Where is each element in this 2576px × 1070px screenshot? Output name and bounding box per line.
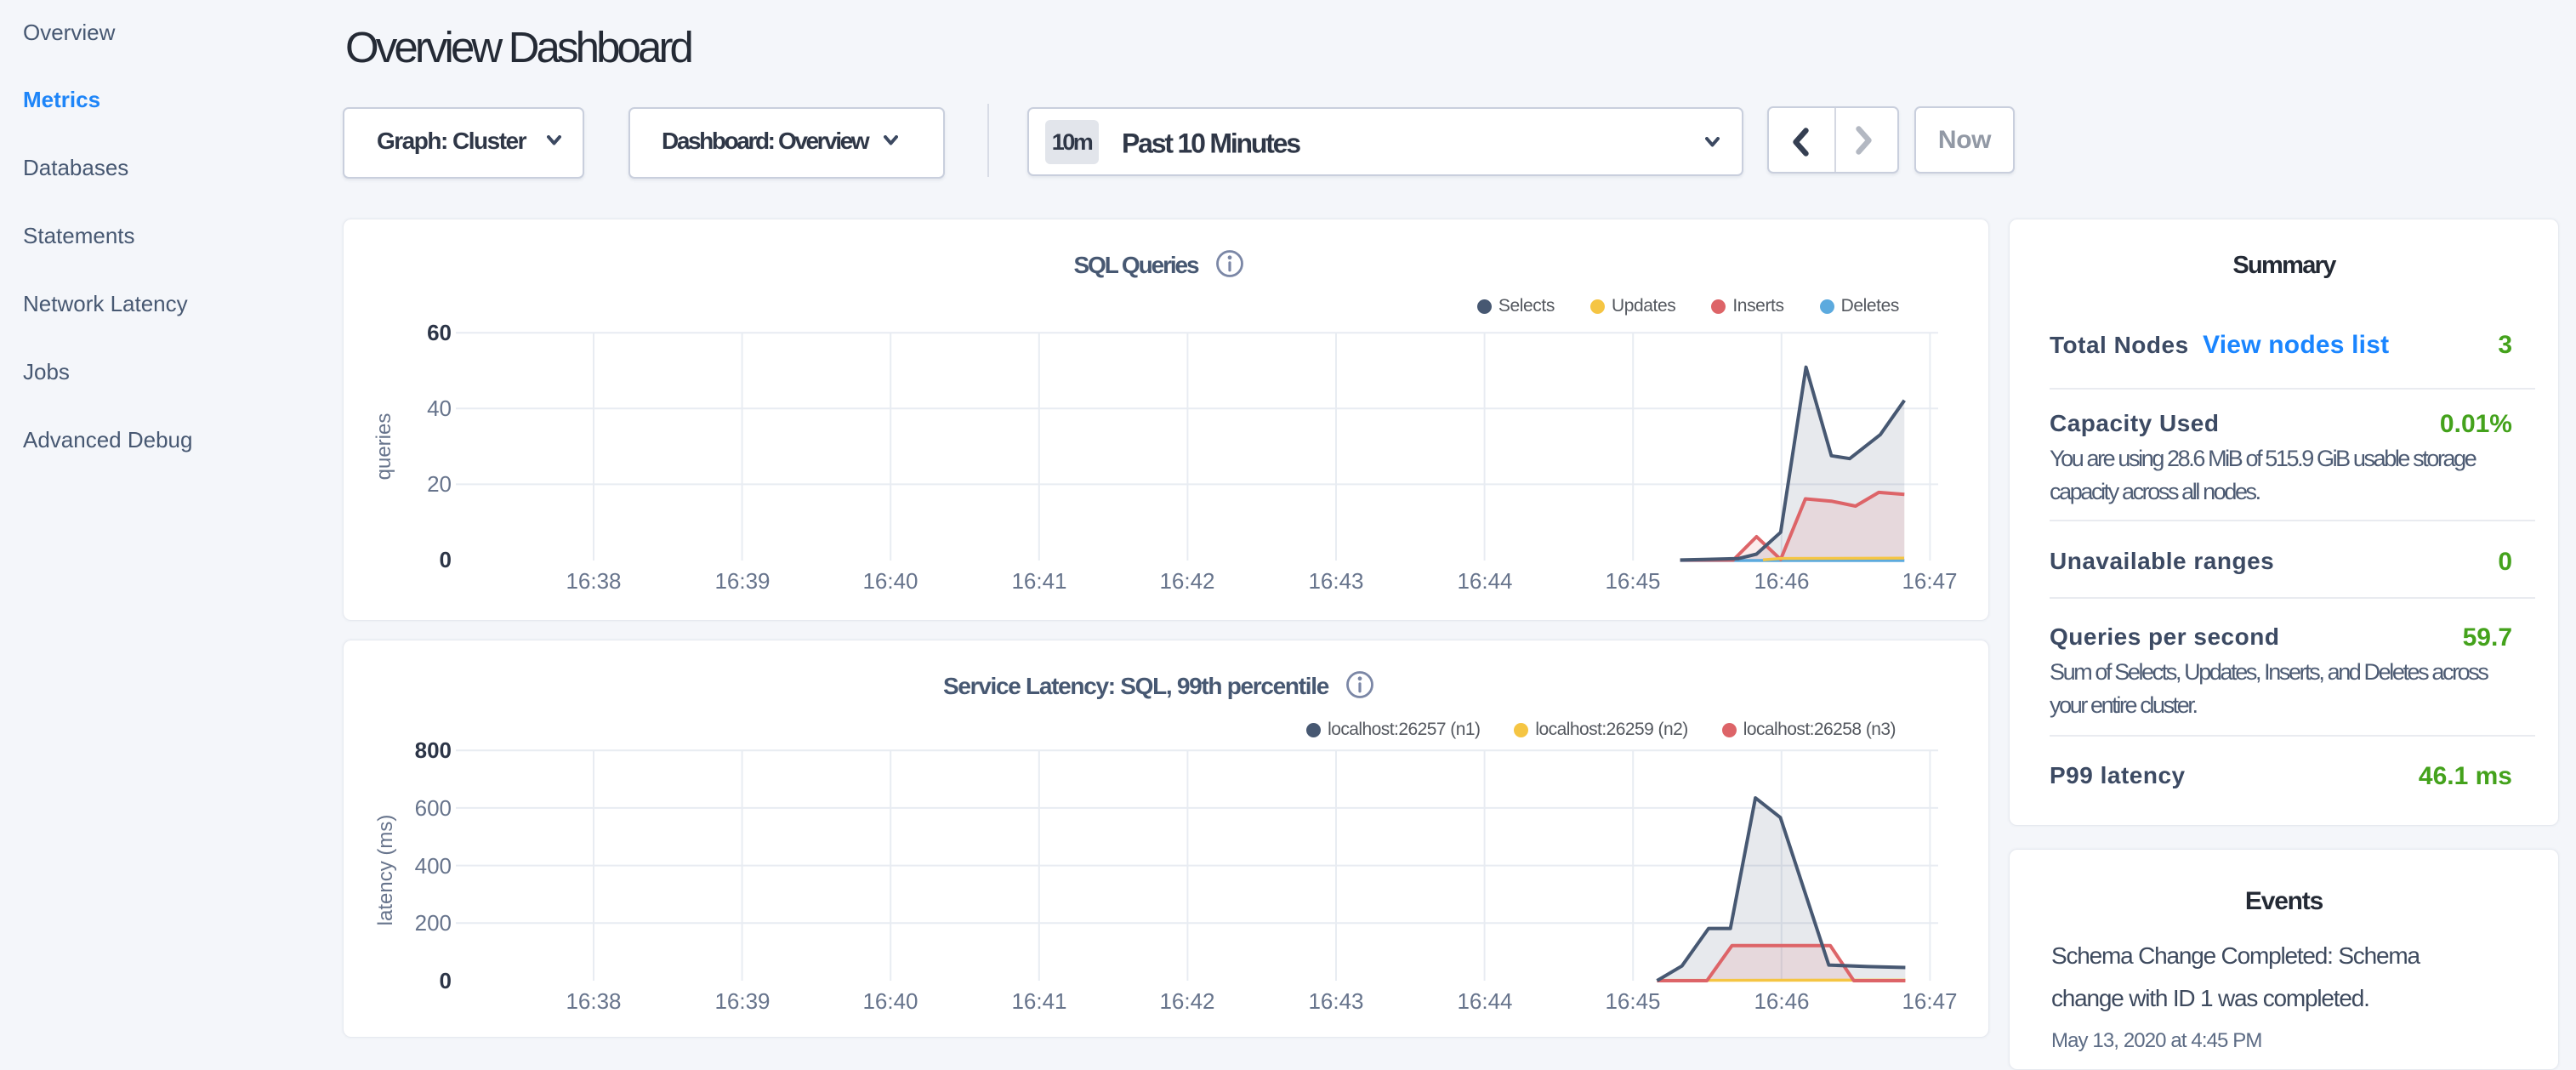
svg-text:16:43: 16:43 xyxy=(1308,568,1363,594)
svg-text:16:41: 16:41 xyxy=(1011,568,1066,594)
svg-text:200: 200 xyxy=(415,910,452,936)
svg-text:600: 600 xyxy=(415,795,452,821)
svg-text:16:41: 16:41 xyxy=(1011,988,1066,1014)
svg-text:60: 60 xyxy=(427,320,452,345)
svg-text:16:46: 16:46 xyxy=(1754,988,1809,1014)
svg-text:16:47: 16:47 xyxy=(1902,988,1957,1014)
svg-text:16:39: 16:39 xyxy=(714,568,770,594)
svg-text:16:44: 16:44 xyxy=(1457,568,1512,594)
svg-text:16:47: 16:47 xyxy=(1902,568,1957,594)
svg-text:16:42: 16:42 xyxy=(1159,568,1214,594)
svg-text:16:38: 16:38 xyxy=(566,568,621,594)
svg-text:16:38: 16:38 xyxy=(566,988,621,1014)
svg-text:800: 800 xyxy=(415,737,452,763)
svg-text:0: 0 xyxy=(440,968,452,993)
svg-text:400: 400 xyxy=(415,853,452,879)
svg-text:16:40: 16:40 xyxy=(862,568,918,594)
svg-text:20: 20 xyxy=(427,471,452,497)
svg-text:16:39: 16:39 xyxy=(714,988,770,1014)
svg-text:16:44: 16:44 xyxy=(1457,988,1512,1014)
svg-text:16:45: 16:45 xyxy=(1605,568,1660,594)
svg-text:0: 0 xyxy=(440,547,452,572)
svg-text:latency (ms): latency (ms) xyxy=(374,815,397,926)
svg-text:16:42: 16:42 xyxy=(1159,988,1214,1014)
svg-text:16:40: 16:40 xyxy=(862,988,918,1014)
svg-text:16:45: 16:45 xyxy=(1605,988,1660,1014)
svg-text:40: 40 xyxy=(427,396,452,421)
svg-text:queries: queries xyxy=(372,413,395,481)
svg-text:16:46: 16:46 xyxy=(1754,568,1809,594)
svg-text:16:43: 16:43 xyxy=(1308,988,1363,1014)
